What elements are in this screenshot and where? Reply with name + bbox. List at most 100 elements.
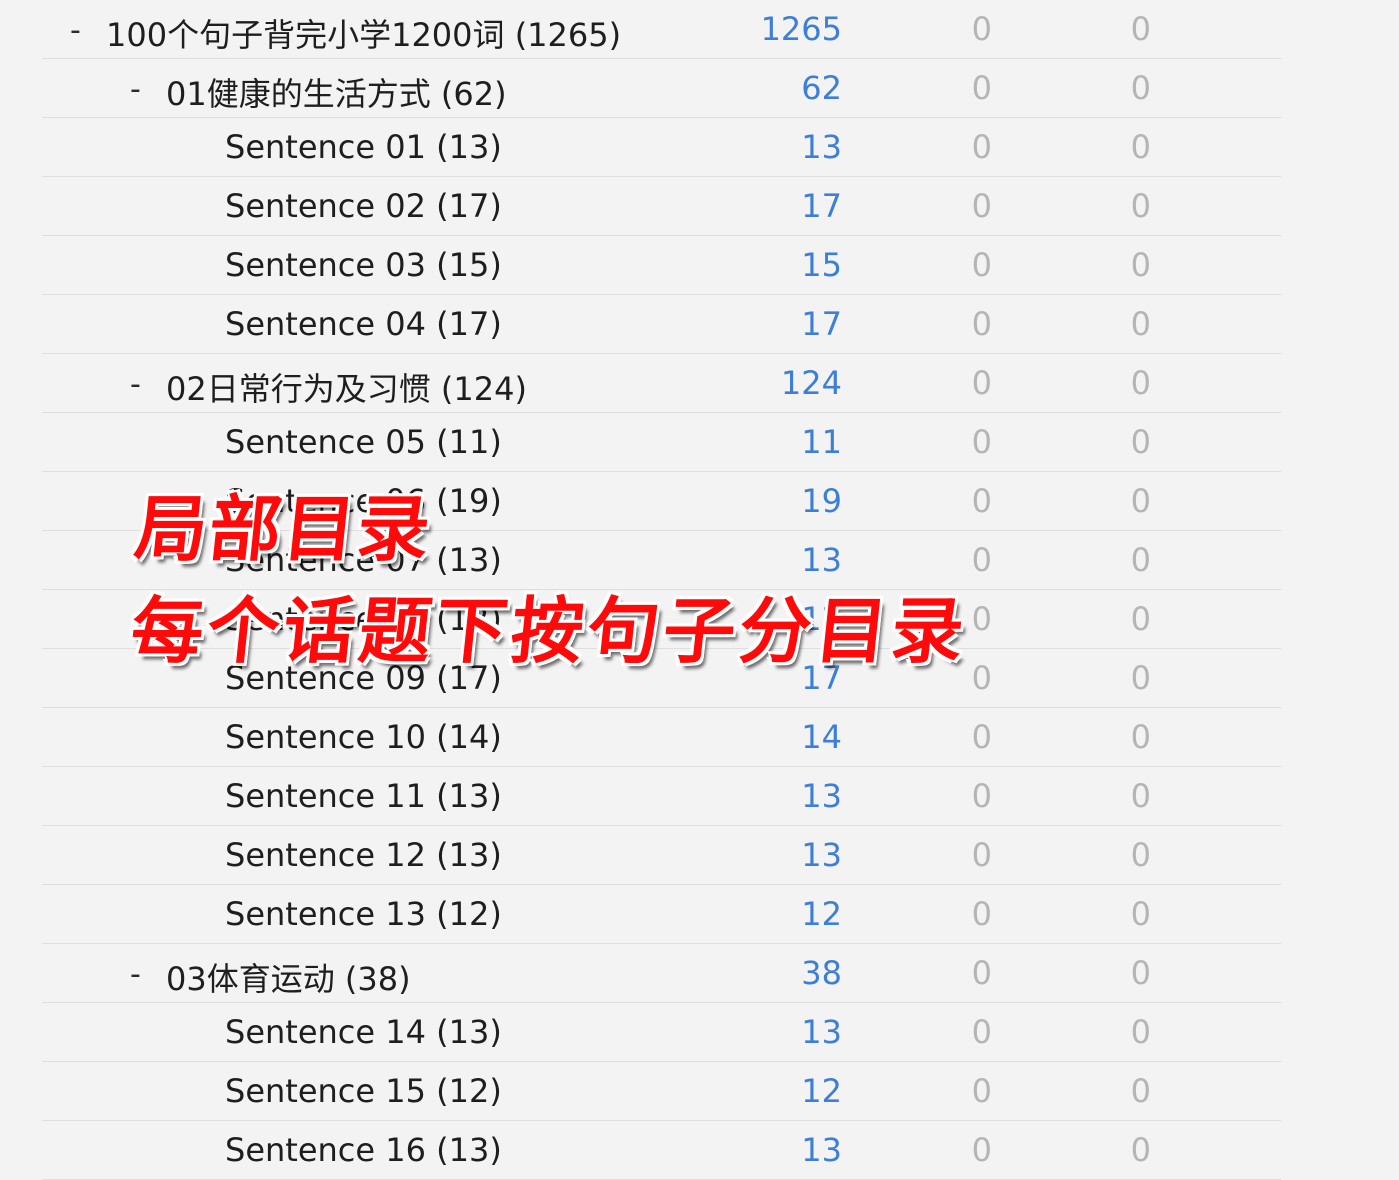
deck-name[interactable]: Sentence 05 (11): [225, 423, 502, 461]
new-count[interactable]: 17: [682, 659, 842, 697]
new-count[interactable]: 13: [682, 1013, 842, 1051]
deck-row[interactable]: Sentence 03 (15) 15 0 0: [42, 236, 1281, 295]
review-count[interactable]: 0: [1051, 246, 1151, 284]
deck-name[interactable]: 01健康的生活方式 (62): [166, 69, 507, 115]
deck-row[interactable]: Sentence 05 (11) 11 0 0: [42, 413, 1281, 472]
new-count[interactable]: 13: [682, 128, 842, 166]
collapse-toggle[interactable]: -: [130, 957, 141, 992]
deck-name[interactable]: Sentence 06 (19): [225, 482, 502, 520]
review-count[interactable]: 0: [1051, 128, 1151, 166]
deck-row[interactable]: Sentence 08 (12) 12 0 0: [42, 590, 1281, 649]
new-count[interactable]: 19: [682, 482, 842, 520]
learn-count[interactable]: 0: [892, 895, 992, 933]
learn-count[interactable]: 0: [892, 482, 992, 520]
deck-name[interactable]: 02日常行为及习惯 (124): [166, 364, 527, 410]
deck-row[interactable]: Sentence 12 (13) 13 0 0: [42, 826, 1281, 885]
deck-row[interactable]: Sentence 14 (13) 13 0 0: [42, 1003, 1281, 1062]
review-count[interactable]: 0: [1051, 305, 1151, 343]
new-count[interactable]: 13: [682, 1131, 842, 1169]
deck-row[interactable]: Sentence 10 (14) 14 0 0: [42, 708, 1281, 767]
learn-count[interactable]: 0: [892, 246, 992, 284]
deck-name[interactable]: 03体育运动 (38): [166, 954, 411, 1000]
deck-row[interactable]: -100个句子背完小学1200词 (1265) 1265 0 0: [42, 0, 1281, 59]
deck-row[interactable]: Sentence 07 (13) 13 0 0: [42, 531, 1281, 590]
learn-count[interactable]: 0: [892, 364, 992, 402]
learn-count[interactable]: 0: [892, 836, 992, 874]
deck-name[interactable]: 100个句子背完小学1200词 (1265): [106, 10, 621, 56]
new-count[interactable]: 1265: [682, 10, 842, 48]
learn-count[interactable]: 0: [892, 10, 992, 48]
new-count[interactable]: 62: [682, 69, 842, 107]
deck-name[interactable]: Sentence 13 (12): [225, 895, 502, 933]
deck-row[interactable]: Sentence 04 (17) 17 0 0: [42, 295, 1281, 354]
deck-row[interactable]: Sentence 06 (19) 19 0 0: [42, 472, 1281, 531]
deck-name[interactable]: Sentence 08 (12): [225, 600, 502, 638]
deck-row[interactable]: Sentence 01 (13) 13 0 0: [42, 118, 1281, 177]
deck-row[interactable]: -01健康的生活方式 (62) 62 0 0: [42, 59, 1281, 118]
new-count[interactable]: 17: [682, 305, 842, 343]
deck-row[interactable]: Sentence 15 (12) 12 0 0: [42, 1062, 1281, 1121]
learn-count[interactable]: 0: [892, 1131, 992, 1169]
learn-count[interactable]: 0: [892, 128, 992, 166]
deck-name[interactable]: Sentence 15 (12): [225, 1072, 502, 1110]
deck-row[interactable]: -03体育运动 (38) 38 0 0: [42, 944, 1281, 1003]
learn-count[interactable]: 0: [892, 541, 992, 579]
learn-count[interactable]: 0: [892, 423, 992, 461]
deck-row[interactable]: Sentence 09 (17) 17 0 0: [42, 649, 1281, 708]
review-count[interactable]: 0: [1051, 1072, 1151, 1110]
review-count[interactable]: 0: [1051, 482, 1151, 520]
deck-name[interactable]: Sentence 14 (13): [225, 1013, 502, 1051]
review-count[interactable]: 0: [1051, 364, 1151, 402]
learn-count[interactable]: 0: [892, 1072, 992, 1110]
learn-count[interactable]: 0: [892, 187, 992, 225]
new-count[interactable]: 12: [682, 600, 842, 638]
review-count[interactable]: 0: [1051, 659, 1151, 697]
learn-count[interactable]: 0: [892, 718, 992, 756]
review-count[interactable]: 0: [1051, 187, 1151, 225]
deck-row[interactable]: Sentence 13 (12) 12 0 0: [42, 885, 1281, 944]
learn-count[interactable]: 0: [892, 305, 992, 343]
review-count[interactable]: 0: [1051, 1013, 1151, 1051]
deck-name[interactable]: Sentence 11 (13): [225, 777, 502, 815]
new-count[interactable]: 13: [682, 777, 842, 815]
new-count[interactable]: 12: [682, 895, 842, 933]
new-count[interactable]: 38: [682, 954, 842, 992]
learn-count[interactable]: 0: [892, 954, 992, 992]
new-count[interactable]: 12: [682, 1072, 842, 1110]
review-count[interactable]: 0: [1051, 777, 1151, 815]
review-count[interactable]: 0: [1051, 423, 1151, 461]
collapse-toggle[interactable]: -: [130, 72, 141, 107]
review-count[interactable]: 0: [1051, 69, 1151, 107]
deck-name[interactable]: Sentence 09 (17): [225, 659, 502, 697]
new-count[interactable]: 17: [682, 187, 842, 225]
new-count[interactable]: 13: [682, 541, 842, 579]
learn-count[interactable]: 0: [892, 777, 992, 815]
deck-name[interactable]: Sentence 12 (13): [225, 836, 502, 874]
deck-name[interactable]: Sentence 10 (14): [225, 718, 502, 756]
review-count[interactable]: 0: [1051, 600, 1151, 638]
new-count[interactable]: 124: [682, 364, 842, 402]
review-count[interactable]: 0: [1051, 10, 1151, 48]
new-count[interactable]: 11: [682, 423, 842, 461]
review-count[interactable]: 0: [1051, 954, 1151, 992]
deck-row[interactable]: Sentence 02 (17) 17 0 0: [42, 177, 1281, 236]
deck-name[interactable]: Sentence 01 (13): [225, 128, 502, 166]
review-count[interactable]: 0: [1051, 895, 1151, 933]
learn-count[interactable]: 0: [892, 600, 992, 638]
review-count[interactable]: 0: [1051, 836, 1151, 874]
learn-count[interactable]: 0: [892, 69, 992, 107]
deck-name[interactable]: Sentence 07 (13): [225, 541, 502, 579]
new-count[interactable]: 13: [682, 836, 842, 874]
learn-count[interactable]: 0: [892, 1013, 992, 1051]
learn-count[interactable]: 0: [892, 659, 992, 697]
new-count[interactable]: 14: [682, 718, 842, 756]
review-count[interactable]: 0: [1051, 541, 1151, 579]
deck-name[interactable]: Sentence 04 (17): [225, 305, 502, 343]
deck-name[interactable]: Sentence 16 (13): [225, 1131, 502, 1169]
deck-row[interactable]: Sentence 11 (13) 13 0 0: [42, 767, 1281, 826]
collapse-toggle[interactable]: -: [70, 13, 81, 48]
new-count[interactable]: 15: [682, 246, 842, 284]
review-count[interactable]: 0: [1051, 718, 1151, 756]
deck-row[interactable]: Sentence 16 (13) 13 0 0: [42, 1121, 1281, 1180]
review-count[interactable]: 0: [1051, 1131, 1151, 1169]
